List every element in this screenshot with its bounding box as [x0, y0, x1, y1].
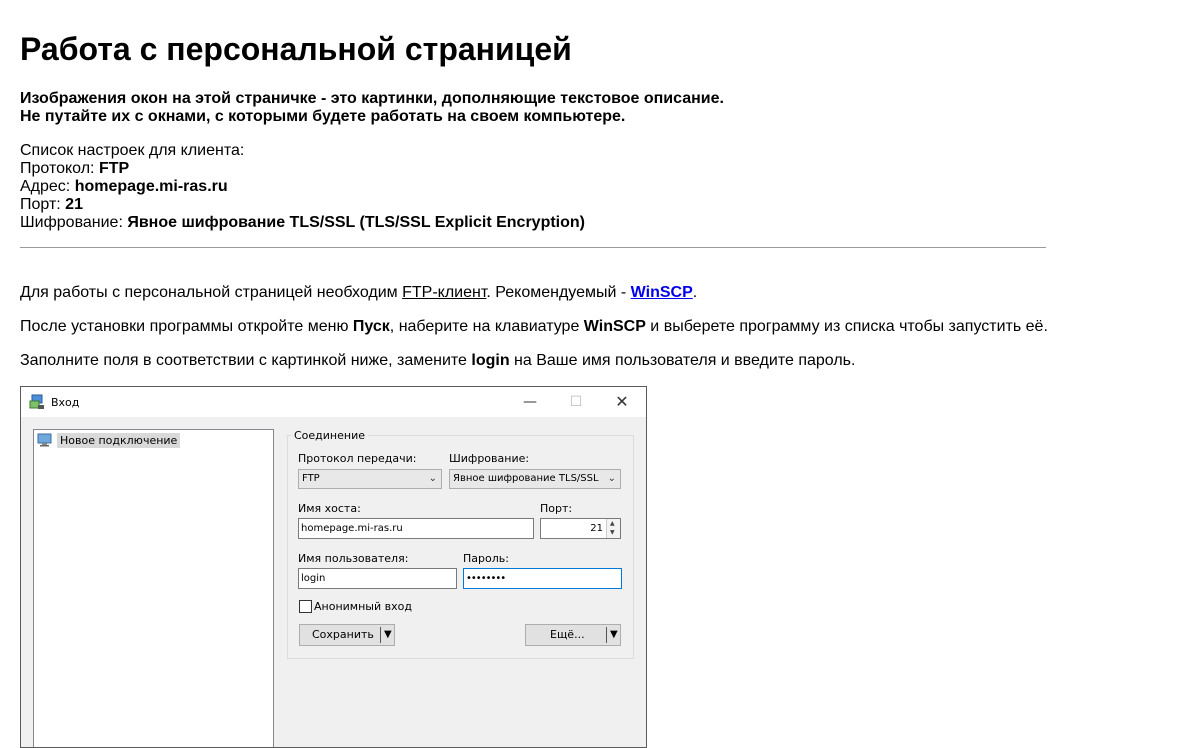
tree-item-new-connection: Новое подключение — [37, 432, 181, 448]
dropdown-arrow-icon: ▼ — [610, 629, 618, 640]
computer-icon — [37, 433, 52, 447]
settings-protocol: Протокол: FTP — [20, 160, 130, 177]
chevron-down-icon: ⌄ — [607, 473, 616, 484]
winscp-link[interactable]: WinSCP — [631, 284, 693, 301]
port-value: 21 — [590, 523, 603, 534]
host-field: homepage.mi-ras.ru — [298, 518, 534, 539]
divider — [20, 247, 1046, 248]
protocol-label: Протокол передачи: — [298, 452, 417, 465]
protocol-select: FTP ⌄ — [298, 469, 442, 489]
settings-encryption: Шифрование: Явное шифрование TLS/SSL (TL… — [20, 214, 585, 231]
encryption-label: Шифрование: — [449, 452, 530, 465]
dialog-title: Вход — [51, 396, 80, 409]
password-field: •••••••• — [463, 568, 622, 589]
anonymous-label: Анонимный вход — [314, 600, 412, 613]
settings-heading: Список настроек для клиента: — [20, 142, 245, 159]
spin-up-icon: ▲ — [610, 520, 615, 527]
anonymous-checkbox — [299, 600, 312, 613]
notice-line-2: Не путайте их с окнами, с которыми будет… — [20, 108, 626, 125]
more-button: Ещё... ▼ — [525, 624, 621, 646]
maximize-icon: ☐ — [569, 394, 583, 410]
paragraph-install: После установки программы откройте меню … — [20, 318, 1048, 335]
connection-group-title: Соединение — [291, 429, 369, 442]
password-label: Пароль: — [463, 552, 509, 565]
port-field: 21 ▲ ▼ — [540, 518, 621, 539]
username-field: login — [298, 568, 457, 589]
username-label: Имя пользователя: — [298, 552, 409, 565]
encryption-select: Явное шифрование TLS/SSL ⌄ — [449, 469, 621, 489]
dropdown-arrow-icon: ▼ — [384, 629, 392, 640]
save-button: Сохранить ▼ — [299, 624, 395, 646]
spin-down-icon: ▼ — [610, 529, 615, 536]
close-icon: ✕ — [615, 392, 629, 411]
winscp-app-icon — [29, 394, 44, 409]
port-label: Порт: — [540, 502, 573, 515]
notice: Изображения окон на этой страничке - это… — [20, 90, 724, 126]
session-tree: Новое подключение — [33, 429, 274, 747]
paragraph-ftp-client: Для работы с персональной страницей необ… — [20, 284, 698, 301]
notice-line-1: Изображения окон на этой страничке - это… — [20, 90, 724, 107]
login-dialog-image: Вход — ☐ ✕ Новое подключение Соединение … — [20, 386, 647, 748]
paragraph-fill-fields: Заполните поля в соответствии с картинко… — [20, 352, 856, 369]
client-settings: Список настроек для клиента: Протокол: F… — [20, 142, 585, 232]
chevron-down-icon: ⌄ — [428, 473, 437, 484]
port-spinner: ▲ ▼ — [606, 519, 620, 538]
ftp-client-link[interactable]: FTP-клиент — [402, 284, 486, 301]
page-title: Работа с персональной страницей — [20, 31, 572, 67]
tree-item-label: Новое подключение — [57, 432, 181, 448]
settings-address: Адрес: homepage.mi-ras.ru — [20, 178, 228, 195]
host-label: Имя хоста: — [298, 502, 361, 515]
minimize-icon: — — [523, 394, 537, 410]
dialog-titlebar: Вход — ☐ ✕ — [21, 387, 646, 417]
settings-port: Порт: 21 — [20, 196, 83, 213]
